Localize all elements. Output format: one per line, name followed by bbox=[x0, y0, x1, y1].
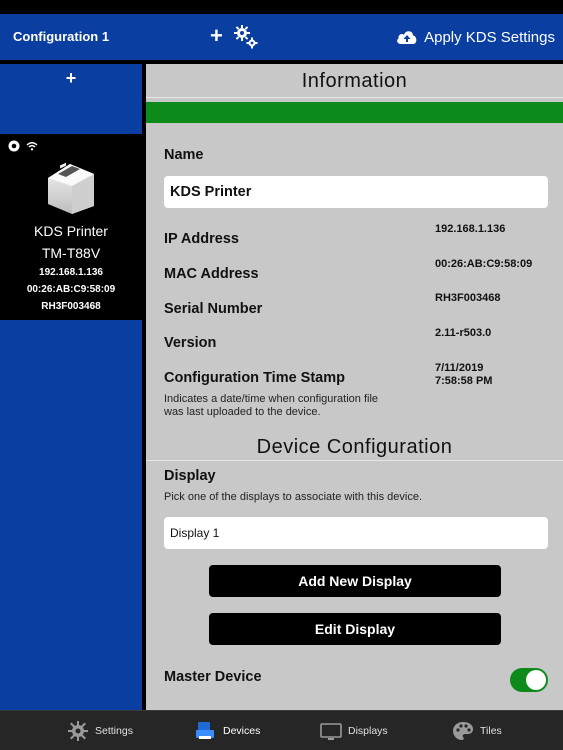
add-new-display-button[interactable]: Add New Display bbox=[209, 565, 501, 597]
device-model: TM-T88V bbox=[41, 245, 101, 261]
wifi-icon bbox=[26, 142, 38, 151]
serial-number-label: Serial Number bbox=[164, 301, 263, 317]
record-icon bbox=[8, 140, 20, 152]
nav-bar: Configuration 1 + Apply KDS Settings bbox=[0, 14, 563, 60]
gear-icon bbox=[68, 721, 88, 741]
status-band bbox=[146, 102, 563, 123]
apply-kds-settings-label: Apply KDS Settings bbox=[424, 28, 555, 46]
add-device-button[interactable]: + bbox=[0, 64, 142, 134]
timestamp-description-2: was last uploaded to the device. bbox=[164, 406, 321, 418]
information-heading: Information bbox=[301, 70, 408, 92]
ip-address-value: 192.168.1.136 bbox=[435, 223, 506, 235]
apply-kds-settings-button[interactable]: Apply KDS Settings bbox=[396, 24, 555, 50]
tab-displays[interactable]: Displays bbox=[320, 711, 388, 750]
display-description: Pick one of the displays to associate wi… bbox=[164, 491, 423, 503]
device-configuration-heading: Device Configuration bbox=[256, 436, 453, 458]
device-ip: 192.168.1.136 bbox=[39, 267, 103, 278]
ip-address-label: IP Address bbox=[164, 231, 239, 247]
display-select-field[interactable]: Display 1 bbox=[164, 517, 548, 549]
master-device-label: Master Device bbox=[164, 669, 262, 685]
edit-display-button[interactable]: Edit Display bbox=[209, 613, 501, 645]
version-value: 2.11-r503.0 bbox=[435, 327, 492, 339]
device-sidebar: + KDS Printer TM-T88V 192.168.1.136 00:2… bbox=[0, 60, 142, 710]
device-serial: RH3F003468 bbox=[41, 301, 101, 312]
monitor-icon bbox=[320, 723, 342, 740]
serial-number-value: RH3F003468 bbox=[435, 292, 501, 304]
divider bbox=[146, 97, 563, 98]
device-card[interactable]: KDS Printer TM-T88V 192.168.1.136 00:26:… bbox=[0, 134, 142, 320]
palette-icon bbox=[453, 722, 473, 740]
timestamp-date: 7/11/2019 bbox=[435, 362, 484, 374]
tab-tiles[interactable]: Tiles bbox=[452, 711, 502, 750]
device-name: KDS Printer bbox=[34, 223, 108, 239]
mac-address-value: 00:26:AB:C9:58:09 bbox=[435, 258, 533, 270]
add-configuration-button[interactable]: + bbox=[210, 23, 223, 49]
tab-settings-label: Settings bbox=[95, 725, 133, 737]
timestamp-label: Configuration Time Stamp bbox=[164, 370, 345, 386]
timestamp-time: 7:58:58 PM bbox=[435, 375, 493, 387]
device-detail-panel: Information Name KDS Printer IP Address … bbox=[146, 64, 563, 710]
tab-displays-label: Displays bbox=[348, 725, 388, 737]
version-label: Version bbox=[164, 335, 217, 351]
display-label: Display bbox=[164, 468, 216, 484]
printer-icon bbox=[48, 162, 94, 214]
name-label: Name bbox=[164, 147, 204, 163]
device-mac: 00:26:AB:C9:58:09 bbox=[26, 284, 116, 295]
status-bar bbox=[0, 0, 563, 14]
tab-bar: Settings Devices Displays Tiles bbox=[0, 710, 563, 750]
toggle-knob bbox=[526, 670, 546, 690]
devices-icon bbox=[196, 722, 214, 739]
tab-settings[interactable]: Settings bbox=[67, 711, 133, 750]
tab-devices[interactable]: Devices bbox=[195, 711, 260, 750]
gear-icon[interactable] bbox=[233, 24, 259, 50]
divider bbox=[146, 460, 563, 461]
master-device-toggle[interactable] bbox=[510, 668, 548, 692]
tab-tiles-label: Tiles bbox=[480, 725, 502, 737]
tab-devices-label: Devices bbox=[223, 725, 261, 737]
configuration-title[interactable]: Configuration 1 bbox=[13, 29, 109, 44]
cloud-upload-icon bbox=[397, 31, 417, 44]
mac-address-label: MAC Address bbox=[164, 266, 259, 282]
timestamp-description: Indicates a date/time when configuration… bbox=[164, 393, 379, 405]
name-field[interactable]: KDS Printer bbox=[164, 176, 548, 208]
